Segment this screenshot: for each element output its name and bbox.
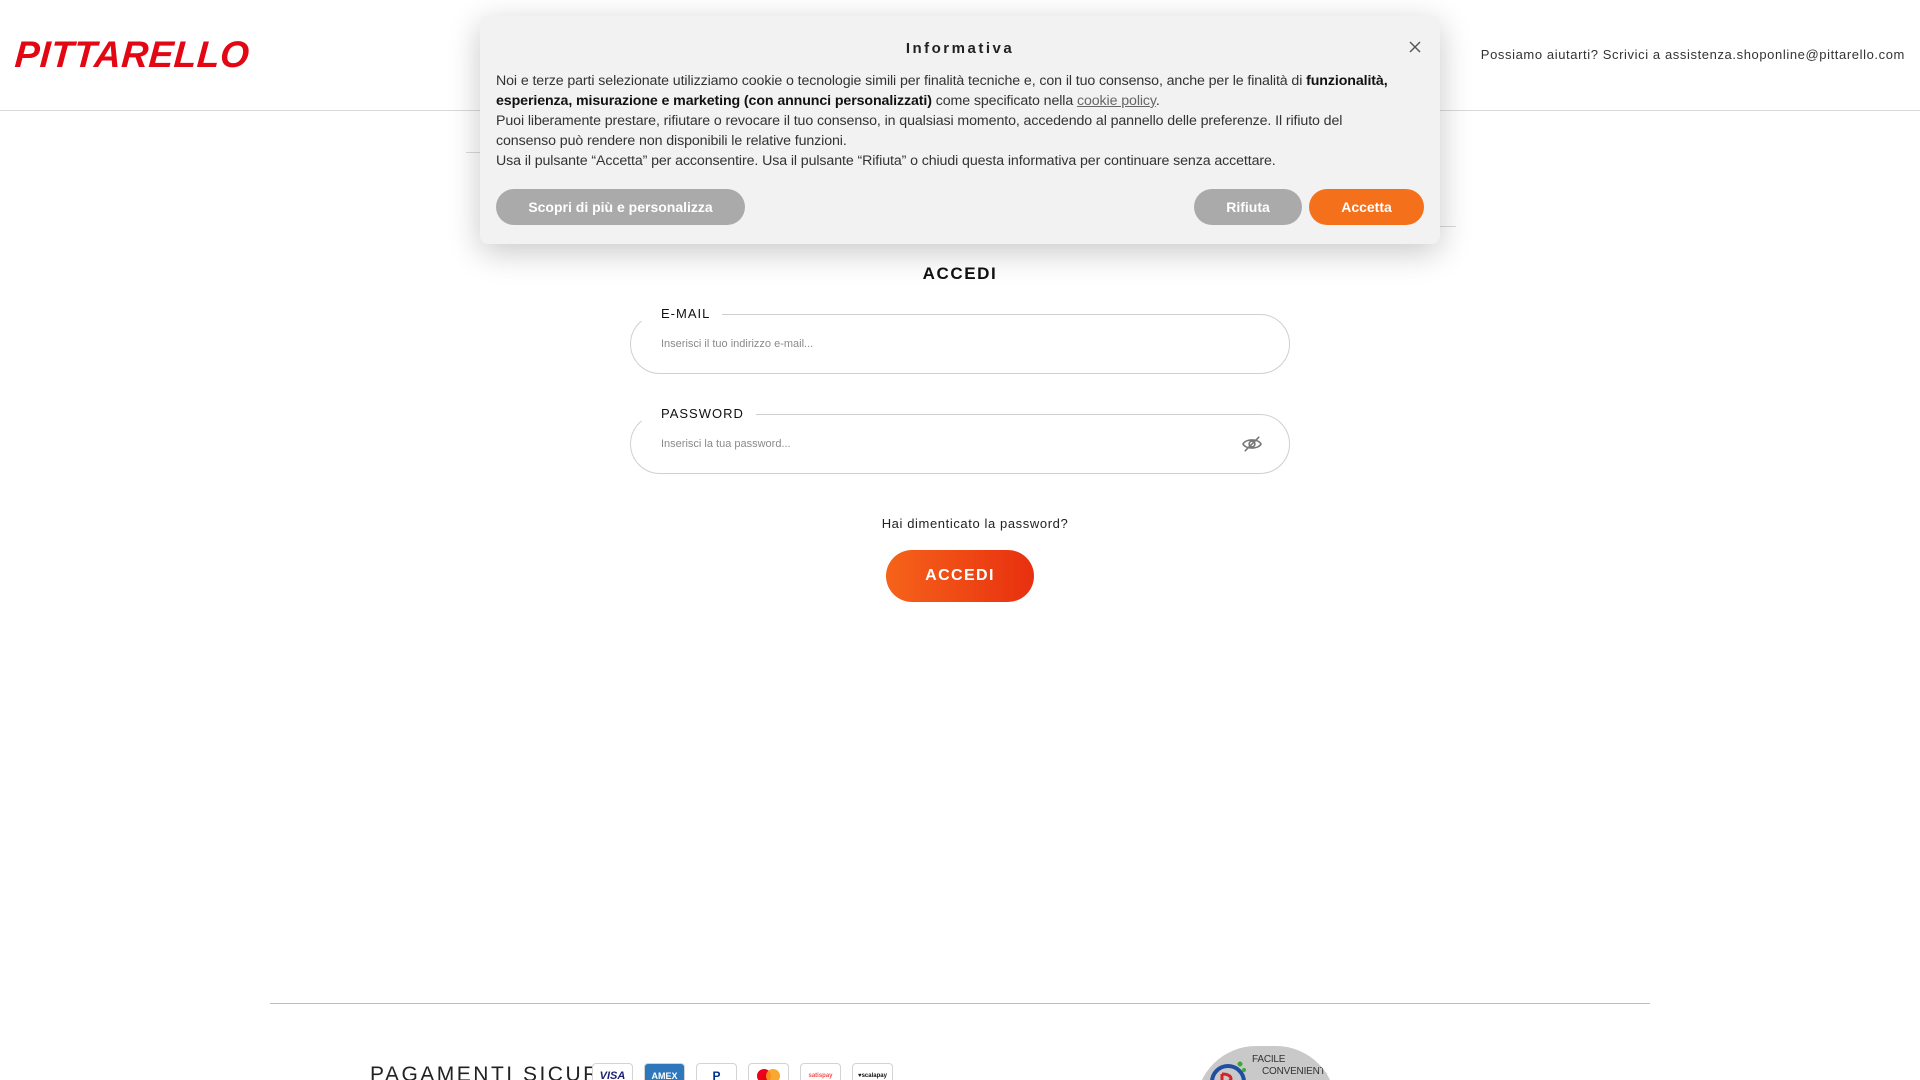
login-title: ACCEDI (922, 264, 998, 283)
cookie-modal-title: Informativa (905, 40, 1015, 57)
badge-text: FACILE CONVENIENTE (1252, 1054, 1333, 1077)
cookie-text-1: Noi e terze parti selezionate utilizziam… (496, 73, 1307, 89)
pittarello-logo[interactable]: PITTARELLO (14, 34, 251, 75)
amex-icon: AMEX (644, 1063, 685, 1080)
mastercard-icon (748, 1063, 789, 1080)
cookie-paragraph-2: Puoi liberamente prestare, rifiutare o r… (496, 113, 1343, 149)
payment-methods: VISA AMEX P satispay ♥scalapay (592, 1063, 893, 1080)
badge-logo-icon (1210, 1061, 1246, 1080)
cookie-text-2: come specificato nella (931, 93, 1077, 109)
email-field[interactable]: E-MAIL (630, 306, 1290, 374)
help-contact-text: Possiamo aiutarti? Scrivici a assistenza… (1480, 47, 1905, 62)
satispay-icon: satispay (800, 1063, 841, 1080)
secure-payments-label: PAGAMENTI SICURI (370, 1063, 610, 1080)
reject-button[interactable]: Rifiuta (1194, 189, 1302, 225)
password-input[interactable] (661, 415, 1221, 473)
close-icon[interactable] (1408, 40, 1422, 54)
customize-button[interactable]: Scopri di più e personalizza (496, 189, 745, 225)
forgot-password-link[interactable]: Hai dimenticato la password? (0, 516, 1920, 531)
visa-icon: VISA (592, 1063, 633, 1080)
accept-button[interactable]: Accetta (1309, 189, 1424, 225)
email-input[interactable] (661, 315, 1221, 373)
cookie-paragraph-3: Usa il pulsante “Accetta” per acconsenti… (496, 153, 1276, 169)
eye-slash-icon[interactable] (1241, 435, 1263, 453)
trust-badge: FACILE CONVENIENTE (1196, 1046, 1336, 1080)
login-button[interactable]: ACCEDI (886, 550, 1034, 602)
footer-divider (270, 1003, 1650, 1004)
cookie-modal-text: Noi e terze parti selezionate utilizziam… (496, 71, 1396, 171)
scalapay-icon: ♥scalapay (852, 1063, 893, 1080)
cookie-consent-modal: Informativa Noi e terze parti selezionat… (480, 16, 1440, 244)
password-field[interactable]: PASSWORD (630, 406, 1290, 474)
cookie-text-3: . (1155, 93, 1160, 109)
cookie-policy-link[interactable]: cookie policy (1077, 93, 1156, 109)
paypal-icon: P (696, 1063, 737, 1080)
